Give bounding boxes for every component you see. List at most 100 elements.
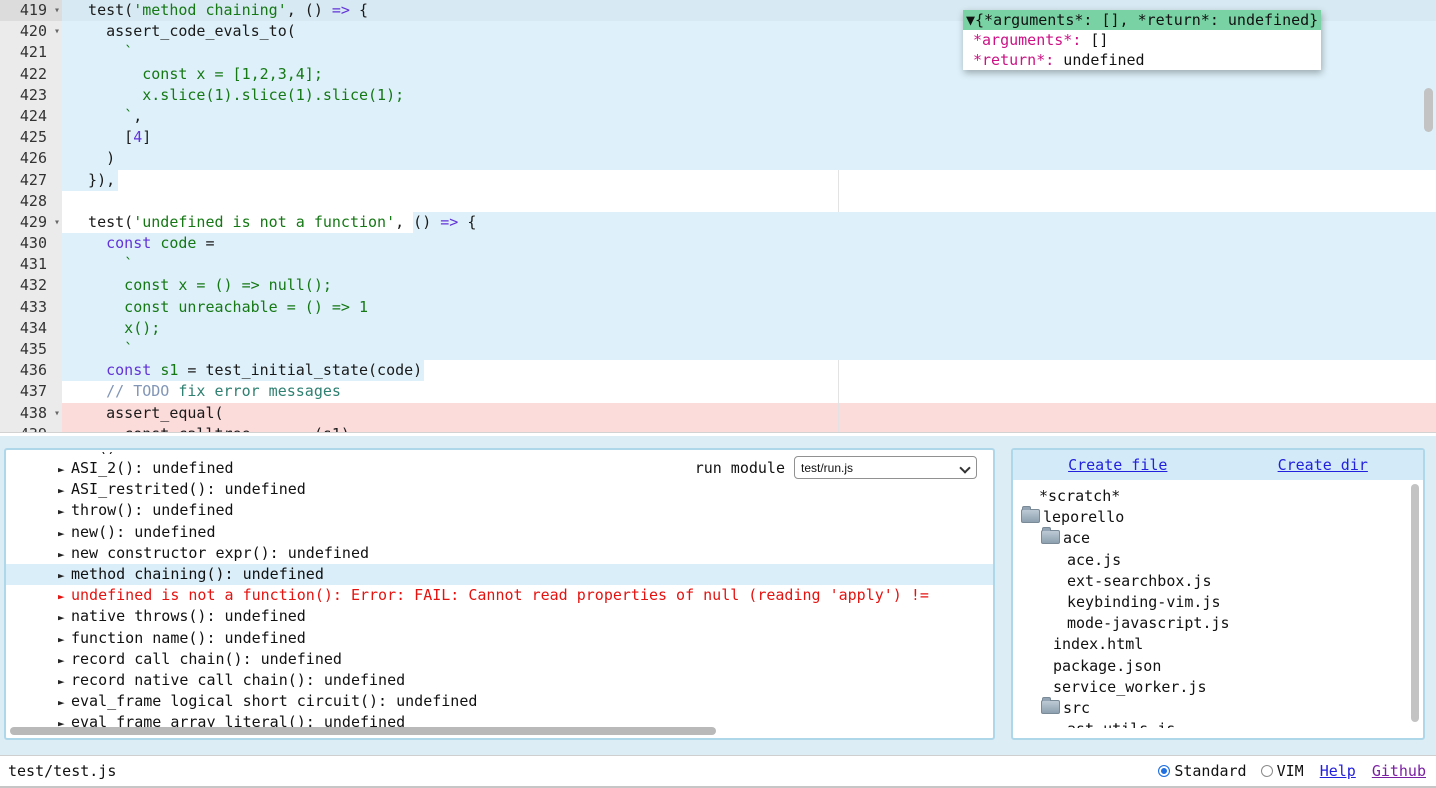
output-item[interactable]: ►undefined is not a function(): Error: F… (6, 585, 993, 606)
radio-icon[interactable] (1158, 765, 1170, 777)
gutter-line-number[interactable]: 420▾ (0, 21, 62, 42)
code-line[interactable]: 430 const code = (0, 233, 1436, 254)
gutter-line-number[interactable]: 428 (0, 191, 62, 212)
help-link[interactable]: Help (1320, 762, 1356, 780)
expand-arrow-icon[interactable]: ► (58, 692, 71, 713)
fold-arrow-icon[interactable]: ▾ (54, 212, 60, 233)
code-line[interactable]: 426 ) (0, 148, 1436, 169)
tooltip-row[interactable]: *return*: undefined (963, 50, 1321, 70)
output-item[interactable]: ►new(): undefined (6, 522, 993, 543)
output-item-label: function name(): undefined (71, 629, 306, 647)
code-line[interactable]: 423 x.slice(1).slice(1).slice(1); (0, 85, 1436, 106)
output-item-inner: ►record native call chain(): undefined (58, 671, 405, 689)
output-item[interactable]: ►record native call chain(): undefined (6, 670, 993, 691)
code-line[interactable]: 438▾ assert_equal( (0, 403, 1436, 424)
output-item-inner: ►record call chain(): undefined (58, 650, 342, 668)
gutter-line-number[interactable]: 437 (0, 381, 62, 402)
gutter-line-number[interactable]: 438▾ (0, 403, 62, 424)
output-item[interactable]: ►ASI_restrited(): undefined (6, 479, 993, 500)
code-line[interactable]: 437 // TODO fix error messages (0, 381, 1436, 402)
output-item[interactable]: ►native throws(): undefined (6, 606, 993, 627)
gutter-line-number[interactable]: 425 (0, 127, 62, 148)
output-item-label: ASI(): undefined (71, 452, 216, 456)
tree-file-item[interactable]: ace.js (1013, 550, 1413, 571)
output-item[interactable]: ►function name(): undefined (6, 628, 993, 649)
gutter-line-number[interactable]: 424 (0, 106, 62, 127)
tree-file-item[interactable]: ast_utils.js (1013, 719, 1413, 728)
run-module-select[interactable]: test/run.js (794, 456, 977, 479)
output-item[interactable]: ►method chaining(): undefined (6, 564, 993, 585)
code-line[interactable]: 435 ` (0, 339, 1436, 360)
code-line[interactable]: 428 (0, 191, 1436, 212)
tooltip-header[interactable]: ▼{*arguments*: [], *return*: undefined} (963, 10, 1321, 30)
code-line[interactable]: 429▾ test('undefined is not a function',… (0, 212, 1436, 233)
fold-arrow-icon[interactable]: ▾ (54, 403, 60, 424)
gutter-line-number[interactable]: 419▾ (0, 0, 62, 21)
tree-file-item[interactable]: package.json (1013, 656, 1413, 677)
gutter-line-number[interactable]: 426 (0, 148, 62, 169)
code-line[interactable]: 439 const calltree = ... (s1) (0, 424, 1436, 433)
gutter-line-number[interactable]: 434 (0, 318, 62, 339)
tree-file-item[interactable]: mode-javascript.js (1013, 613, 1413, 634)
tree-folder-item[interactable]: ace (1013, 528, 1413, 549)
gutter-line-number[interactable]: 435 (0, 339, 62, 360)
tree-file-item[interactable]: ext-searchbox.js (1013, 571, 1413, 592)
code-line[interactable]: 432 const x = () => null(); (0, 275, 1436, 296)
tree-file-item[interactable]: keybinding-vim.js (1013, 592, 1413, 613)
tree-file-item[interactable]: index.html (1013, 634, 1413, 655)
gutter-line-number[interactable]: 436 (0, 360, 62, 381)
gutter-line-number[interactable]: 431 (0, 254, 62, 275)
tree-folder-item[interactable]: leporello (1013, 507, 1413, 528)
tree-file-item[interactable]: *scratch* (1013, 486, 1413, 507)
expand-arrow-icon[interactable]: ► (58, 480, 71, 501)
code-line[interactable]: 431 ` (0, 254, 1436, 275)
output-item[interactable]: ►eval_frame logical short circuit(): und… (6, 691, 993, 712)
gutter-line-number[interactable]: 429▾ (0, 212, 62, 233)
gutter-line-number[interactable]: 423 (0, 85, 62, 106)
tree-item-label: leporello (1043, 508, 1124, 526)
output-item[interactable]: ►record call chain(): undefined (6, 649, 993, 670)
expand-arrow-icon[interactable]: ► (58, 586, 71, 607)
output-item[interactable]: ►new constructor expr(): undefined (6, 543, 993, 564)
code-editor[interactable]: 419▾ test('method chaining', () => {420▾… (0, 0, 1436, 433)
tree-file-item[interactable]: service_worker.js (1013, 677, 1413, 698)
code-line[interactable]: 425 [4] (0, 127, 1436, 148)
output-horizontal-scrollbar-thumb[interactable] (10, 727, 716, 735)
tooltip-row[interactable]: *arguments*: [] (963, 30, 1321, 50)
expand-arrow-icon[interactable]: ► (58, 501, 71, 522)
github-link[interactable]: Github (1372, 762, 1426, 780)
fold-arrow-icon[interactable]: ▾ (54, 21, 60, 42)
file-tree-scrollbar-thumb[interactable] (1411, 484, 1419, 722)
radio-label: Standard (1174, 762, 1246, 780)
expand-arrow-icon[interactable]: ► (58, 459, 71, 480)
code-line[interactable]: 427 }), (0, 170, 1436, 191)
radio-icon[interactable] (1261, 765, 1273, 777)
output-item[interactable]: ►throw(): undefined (6, 500, 993, 521)
expand-arrow-icon[interactable]: ► (58, 565, 71, 586)
expand-arrow-icon[interactable]: ► (58, 523, 71, 544)
code-line[interactable]: 433 const unreachable = () => 1 (0, 297, 1436, 318)
editor-scrollbar-thumb[interactable] (1424, 88, 1433, 132)
expand-arrow-icon[interactable]: ► (58, 607, 71, 628)
create-dir-link[interactable]: Create dir (1278, 456, 1368, 474)
keybinding-radio-standard[interactable]: Standard (1158, 762, 1246, 780)
gutter-line-number[interactable]: 422 (0, 64, 62, 85)
create-file-link[interactable]: Create file (1068, 456, 1167, 474)
tooltip-key: *arguments*: (973, 31, 1081, 49)
expand-arrow-icon[interactable]: ► (58, 544, 71, 565)
gutter-line-number[interactable]: 421 (0, 42, 62, 63)
tree-folder-item[interactable]: src (1013, 698, 1413, 719)
fold-arrow-icon[interactable]: ▾ (54, 0, 60, 21)
gutter-line-number[interactable]: 439 (0, 424, 62, 433)
gutter-line-number[interactable]: 430 (0, 233, 62, 254)
code-line[interactable]: 434 x(); (0, 318, 1436, 339)
gutter-line-number[interactable]: 433 (0, 297, 62, 318)
keybinding-radio-vim[interactable]: VIM (1261, 762, 1304, 780)
gutter-line-number[interactable]: 432 (0, 275, 62, 296)
expand-arrow-icon[interactable]: ► (58, 629, 71, 650)
code-line[interactable]: 424 `, (0, 106, 1436, 127)
expand-arrow-icon[interactable]: ► (58, 671, 71, 692)
gutter-line-number[interactable]: 427 (0, 170, 62, 191)
expand-arrow-icon[interactable]: ► (58, 650, 71, 671)
code-line[interactable]: 436 const s1 = test_initial_state(code) (0, 360, 1436, 381)
